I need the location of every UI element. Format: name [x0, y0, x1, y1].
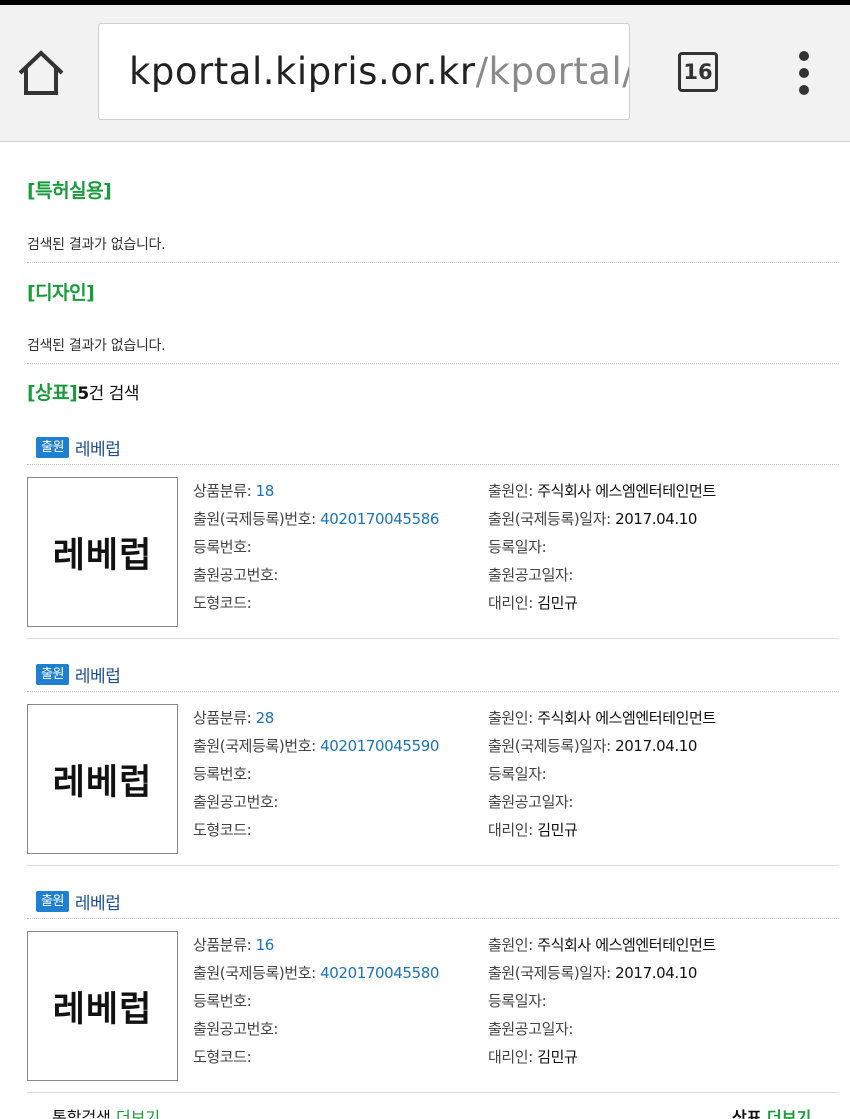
trademark-more[interactable]: 상표 더보기 [732, 1104, 811, 1119]
trademark-image[interactable]: 레베럽 [27, 931, 178, 1081]
trademark-item: 출원 레베럽 레베럽 상품분류: 18 출원(국제등록)번호: 402017004… [0, 435, 850, 663]
field-reg-date: 등록일자: [488, 765, 547, 783]
field-pub-number: 출원공고번호: [193, 566, 279, 584]
field-figure-code: 도형코드: [193, 1048, 252, 1066]
divider [27, 865, 839, 866]
divider [27, 363, 839, 364]
section-title-trademark: [상표]5건 검색 [27, 378, 140, 405]
home-button[interactable] [12, 43, 70, 101]
fields-right: 출원인: 주식회사 에스엠엔터테인먼트 출원(국제등록)일자: 2017.04.… [488, 931, 838, 1071]
fields-right: 출원인: 주식회사 에스엠엔터테인먼트 출원(국제등록)일자: 2017.04.… [488, 477, 838, 617]
result-count: 5건 검색 [77, 384, 139, 404]
field-agent: 대리인: 김민규 [488, 594, 578, 612]
divider [27, 691, 839, 692]
field-app-number: 출원(국제등록)번호: 4020170045580 [193, 964, 440, 982]
trademark-image[interactable]: 레베럽 [27, 477, 178, 627]
field-applicant: 출원인: 주식회사 에스엠엔터테인먼트 [488, 709, 716, 727]
trademark-item: 출원 레베럽 레베럽 상품분류: 16 출원(국제등록)번호: 402017004… [0, 889, 850, 1117]
mark-text: 레베럽 [52, 762, 153, 803]
field-pub-number: 출원공고번호: [193, 1020, 279, 1038]
field-pub-date: 출원공고일자: [488, 793, 574, 811]
field-agent: 대리인: 김민규 [488, 821, 578, 839]
fields-left: 상품분류: 18 출원(국제등록)번호: 4020170045586 등록번호:… [193, 477, 483, 617]
field-reg-date: 등록일자: [488, 992, 547, 1010]
field-reg-date: 등록일자: [488, 538, 547, 556]
url-path: /kportal/se [475, 50, 629, 93]
mark-text: 레베럽 [52, 989, 153, 1030]
tab-switcher-button[interactable]: 16 [678, 52, 718, 92]
field-pub-number: 출원공고번호: [193, 793, 279, 811]
browser-toolbar: kportal.kipris.or.kr/kportal/se 16 [0, 5, 850, 142]
trademark-name-link[interactable]: 레베럽 [75, 889, 121, 914]
address-bar[interactable]: kportal.kipris.or.kr/kportal/se [98, 23, 630, 120]
field-pub-date: 출원공고일자: [488, 566, 574, 584]
mark-text: 레베럽 [52, 535, 153, 576]
trademark-title: [상표] [27, 382, 78, 404]
divider [27, 638, 839, 639]
field-applicant: 출원인: 주식회사 에스엠엔터테인먼트 [488, 936, 716, 954]
home-icon [18, 50, 64, 95]
field-figure-code: 도형코드: [193, 594, 252, 612]
fields-left: 상품분류: 28 출원(국제등록)번호: 4020170045590 등록번호:… [193, 704, 483, 844]
field-applicant: 출원인: 주식회사 에스엠엔터테인먼트 [488, 482, 716, 500]
field-app-number: 출원(국제등록)번호: 4020170045586 [193, 510, 440, 528]
field-agent: 대리인: 김민규 [488, 1048, 578, 1066]
field-app-date: 출원(국제등록)일자: 2017.04.10 [488, 737, 698, 755]
field-reg-number: 등록번호: [193, 765, 252, 783]
divider [27, 464, 839, 465]
field-class: 상품분류: 16 [193, 936, 274, 954]
trademark-name-link[interactable]: 레베럽 [75, 435, 121, 460]
item-header: 출원 레베럽 [36, 889, 121, 914]
divider [27, 262, 839, 263]
integrated-search-more[interactable]: 통합검색 더보기 [52, 1104, 160, 1119]
status-badge: 출원 [36, 891, 69, 912]
more-vert-icon[interactable] [794, 51, 814, 97]
empty-message-design: 검색된 결과가 없습니다. [27, 338, 166, 354]
url-host: kportal.kipris.or.kr [129, 50, 476, 93]
field-reg-number: 등록번호: [193, 538, 252, 556]
field-app-date: 출원(국제등록)일자: 2017.04.10 [488, 510, 698, 528]
field-reg-number: 등록번호: [193, 992, 252, 1010]
item-header: 출원 레베럽 [36, 435, 121, 460]
field-app-number: 출원(국제등록)번호: 4020170045590 [193, 737, 440, 755]
status-badge: 출원 [36, 437, 69, 458]
status-badge: 출원 [36, 664, 69, 685]
field-figure-code: 도형코드: [193, 821, 252, 839]
fields-left: 상품분류: 16 출원(국제등록)번호: 4020170045580 등록번호:… [193, 931, 483, 1071]
trademark-image[interactable]: 레베럽 [27, 704, 178, 854]
field-app-date: 출원(국제등록)일자: 2017.04.10 [488, 964, 698, 982]
field-pub-date: 출원공고일자: [488, 1020, 574, 1038]
trademark-item: 출원 레베럽 레베럽 상품분류: 28 출원(국제등록)번호: 402017004… [0, 662, 850, 890]
fields-right: 출원인: 주식회사 에스엠엔터테인먼트 출원(국제등록)일자: 2017.04.… [488, 704, 838, 844]
bottom-more-bar: 통합검색 더보기 상표 더보기 [0, 1104, 850, 1119]
trademark-name-link[interactable]: 레베럽 [75, 662, 121, 687]
url-text: kportal.kipris.or.kr/kportal/se [129, 48, 629, 96]
field-class: 상품분류: 28 [193, 709, 274, 727]
section-title-patent: [특허실용] [27, 180, 112, 202]
divider [27, 1092, 839, 1093]
field-class: 상품분류: 18 [193, 482, 274, 500]
divider [27, 918, 839, 919]
item-header: 출원 레베럽 [36, 662, 121, 687]
section-title-design: [디자인] [27, 282, 95, 304]
empty-message-patent: 검색된 결과가 없습니다. [27, 237, 166, 253]
